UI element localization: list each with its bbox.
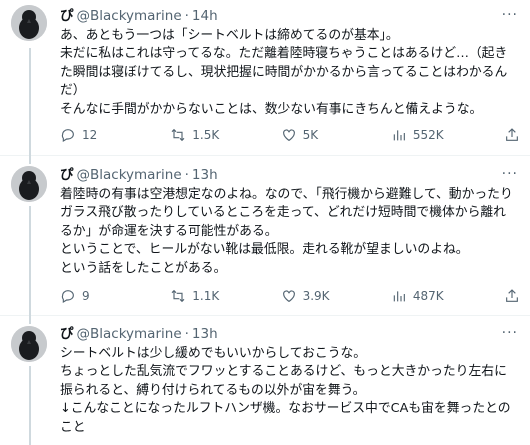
views-button[interactable]: 552K — [391, 127, 444, 143]
bird-avatar-icon — [11, 326, 47, 362]
timestamp[interactable]: 13h — [192, 324, 218, 344]
reply-button[interactable]: 12 — [60, 127, 110, 143]
retweet-count: 1.5K — [192, 128, 220, 142]
thread-line — [29, 206, 31, 316]
tweet-text: あ、あともう一つは「シートベルトは締めてるのが基本」。 未だに私はこれは守ってる… — [60, 28, 508, 117]
like-button[interactable]: 3.9K — [281, 288, 331, 304]
tweet-2[interactable]: ぴ @Blackymarine · 13h ··· 着陸時の有事は空港想定なのよ… — [0, 156, 530, 316]
share-icon — [506, 128, 518, 141]
views-chart-icon — [393, 130, 405, 141]
views-count: 487K — [412, 289, 444, 303]
thread-line — [29, 366, 31, 445]
separator-dot: · — [184, 167, 189, 183]
tweet-3[interactable]: ぴ @Blackymarine · 13h ··· シートベルトは少し緩めでもい… — [0, 316, 530, 445]
avatar[interactable] — [11, 326, 47, 362]
more-dots-icon[interactable]: ··· — [502, 324, 518, 342]
timestamp[interactable]: 13h — [192, 165, 218, 185]
share-button[interactable] — [504, 288, 520, 304]
bird-avatar-icon — [11, 166, 47, 202]
user-handle[interactable]: @Blackymarine — [77, 6, 182, 26]
display-name[interactable]: ぴ — [60, 324, 74, 344]
bird-avatar-icon — [11, 5, 47, 41]
thread-line — [29, 316, 31, 324]
heart-icon — [282, 290, 295, 303]
thread-line — [29, 48, 31, 156]
more-dots-icon[interactable]: ··· — [502, 6, 518, 24]
reply-count: 12 — [82, 128, 98, 142]
action-bar: 12 1.5K 5K 552K — [60, 125, 520, 145]
reply-icon — [61, 129, 74, 143]
share-button[interactable] — [504, 127, 520, 143]
like-button[interactable]: 5K — [281, 127, 331, 143]
tweet-header: ぴ @Blackymarine · 14h — [60, 6, 518, 26]
retweet-icon — [171, 289, 185, 303]
retweet-count: 1.1K — [192, 289, 220, 303]
thread-line — [29, 156, 31, 164]
display-name[interactable]: ぴ — [60, 6, 74, 26]
retweet-button[interactable]: 1.5K — [170, 127, 220, 143]
display-name[interactable]: ぴ — [60, 165, 74, 185]
like-count: 5K — [302, 128, 319, 142]
user-handle[interactable]: @Blackymarine — [77, 165, 182, 185]
action-bar: 9 1.1K 3.9K 487K — [60, 286, 520, 306]
more-dots-icon[interactable]: ··· — [502, 165, 518, 183]
heart-icon — [282, 129, 295, 142]
separator-dot: · — [184, 326, 189, 342]
retweet-button[interactable]: 1.1K — [170, 288, 220, 304]
views-button[interactable]: 487K — [391, 288, 444, 304]
avatar[interactable] — [11, 166, 47, 202]
reply-icon — [61, 290, 74, 304]
reply-button[interactable]: 9 — [60, 288, 110, 304]
separator-dot: · — [184, 8, 189, 24]
views-count: 552K — [412, 128, 444, 142]
tweet-text: シートベルトは少し緩めでもいいからしておこうな。 ちょっとした乱気流でフワッとす… — [60, 346, 511, 435]
tweet-text: 着陸時の有事は空港想定なのよね。なので、「飛行機から避難して、動かったりガラス飛… — [60, 187, 513, 276]
like-count: 3.9K — [302, 289, 330, 303]
user-handle[interactable]: @Blackymarine — [77, 324, 182, 344]
share-icon — [506, 289, 518, 302]
avatar[interactable] — [11, 5, 47, 41]
tweet-header: ぴ @Blackymarine · 13h — [60, 324, 518, 344]
tweet-header: ぴ @Blackymarine · 13h — [60, 165, 518, 185]
reply-count: 9 — [82, 289, 90, 303]
tweet-1[interactable]: ぴ @Blackymarine · 14h ··· あ、あともう一つは「シートベ… — [0, 0, 530, 156]
timestamp[interactable]: 14h — [192, 6, 218, 26]
retweet-icon — [171, 128, 185, 142]
views-chart-icon — [393, 291, 405, 302]
